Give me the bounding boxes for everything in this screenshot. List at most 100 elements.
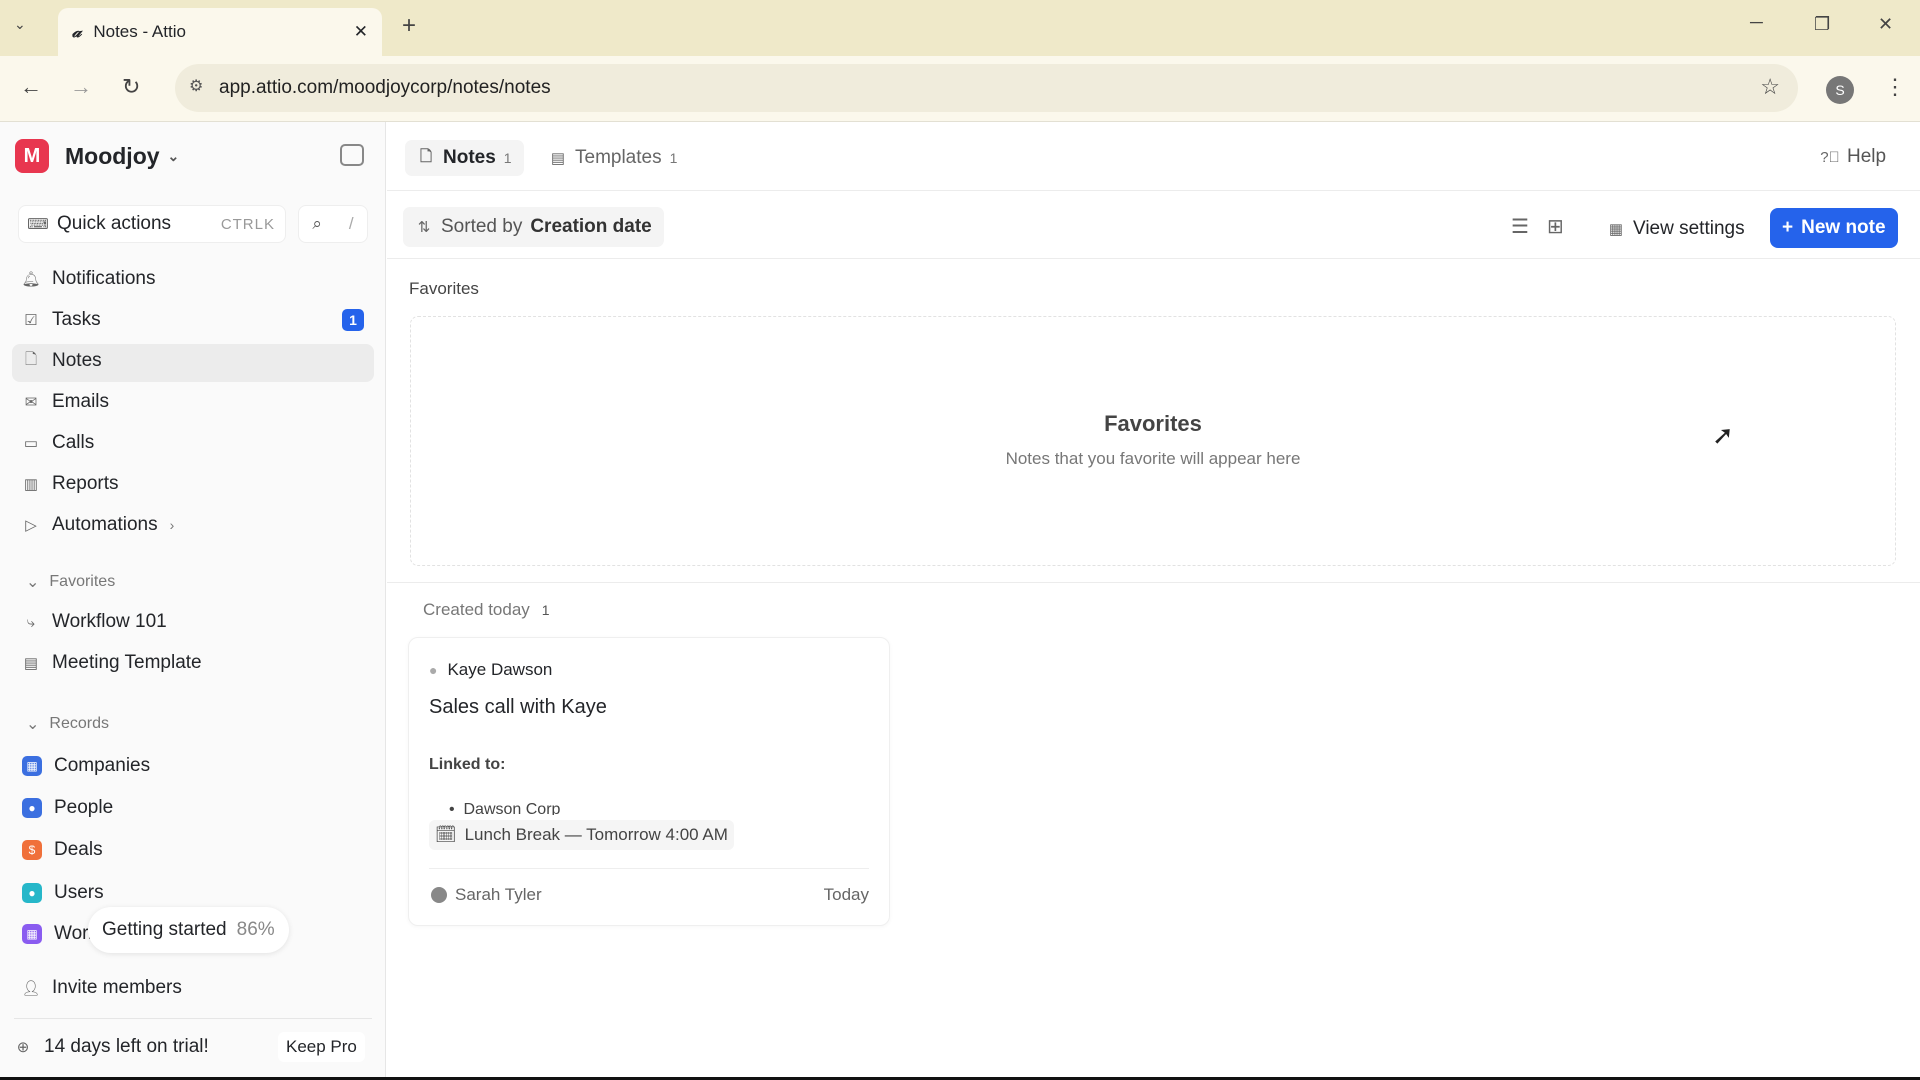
grid-view-icon[interactable]: ⊞	[1547, 214, 1564, 239]
label: Companies	[54, 755, 151, 776]
url-text: app.attio.com/moodjoycorp/notes/notes	[219, 77, 551, 98]
label: Kaye Dawson	[447, 660, 553, 679]
count: 1	[503, 150, 512, 166]
browser-menu-icon[interactable]: ⋮	[1884, 74, 1906, 100]
favorite-meeting-template[interactable]: ▤ Meeting Template	[22, 652, 202, 674]
empty-title: Favorites	[1104, 411, 1202, 436]
layout-icon: ▦	[1608, 221, 1624, 238]
tab-notes[interactable]: 🗋 Notes 1	[405, 140, 524, 176]
chart-icon: ▥	[23, 476, 39, 493]
label: Notifications	[52, 268, 156, 289]
keyboard-icon: ⌨	[27, 216, 49, 233]
chevron-right-icon: ›	[169, 517, 175, 533]
label: Sorted by	[441, 216, 523, 237]
workspace-name: Moodjoy	[65, 143, 160, 169]
address-bar[interactable]: ⚙ app.attio.com/moodjoycorp/notes/notes …	[175, 64, 1798, 112]
getting-started-pill[interactable]: Getting started 86%	[88, 907, 289, 953]
records-section-toggle[interactable]: ⌄ Records	[26, 714, 109, 734]
invite-members[interactable]: 👤︎ Invite members	[21, 977, 182, 999]
sidebar-item-reports[interactable]: ▥ Reports	[22, 473, 119, 495]
calendar-icon: 🗓︎	[435, 825, 457, 844]
view-settings-button[interactable]: ▦ View settings	[1597, 210, 1755, 248]
quick-actions-label: Quick actions	[57, 213, 172, 234]
workspace-switcher[interactable]: Moodjoy ⌄	[65, 143, 179, 170]
record-users[interactable]: ● Users	[22, 882, 104, 904]
tasks-badge: 1	[342, 309, 364, 331]
note-card[interactable]: ● Kaye Dawson Sales call with Kaye Linked…	[408, 637, 890, 926]
label: New note	[1801, 217, 1886, 238]
favorites-section-label: Favorites	[409, 279, 479, 298]
new-note-button[interactable]: + New note	[1770, 208, 1898, 248]
keep-pro-button[interactable]: Keep Pro	[278, 1032, 365, 1062]
search-icon: ⌕	[312, 214, 322, 233]
sidebar-item-automations[interactable]: ▷ Automations ›	[22, 514, 174, 536]
favorites-section-toggle[interactable]: ⌄ Favorites	[26, 572, 115, 592]
label: Templates	[575, 147, 662, 168]
tab-list-icon[interactable]: ⌄	[14, 16, 26, 33]
quick-actions-button[interactable]: ⌨ Quick actions CTRLK	[18, 205, 286, 243]
list-view-icon[interactable]: ☰	[1511, 214, 1529, 239]
browser-tab[interactable]: 𝒶 Notes - Attio ✕	[58, 8, 382, 56]
site-settings-icon[interactable]: ⚙	[189, 76, 203, 96]
sidebar-item-notes[interactable]: 🗋 Notes	[22, 350, 102, 372]
event-chip[interactable]: 🗓︎ Lunch Break — Tomorrow 4:00 AM	[429, 820, 734, 850]
profile-avatar[interactable]: S	[1826, 76, 1854, 104]
workspaces-icon: ▦	[22, 924, 42, 944]
note-icon: 🗋	[24, 350, 38, 368]
note-date: Today	[823, 885, 869, 904]
sidebar-item-tasks[interactable]: ☑ Tasks 1	[22, 309, 364, 331]
record-deals[interactable]: $ Deals	[22, 839, 103, 861]
sidebar-item-emails[interactable]: ✉ Emails	[22, 391, 109, 413]
label: Notes	[443, 147, 496, 168]
help-icon: ?⃝	[1820, 148, 1840, 166]
sidebar-item-notifications[interactable]: 🔔︎ Notifications	[21, 268, 156, 290]
help-button[interactable]: ?⃝ Help	[1820, 146, 1886, 168]
progress-percent: 86%	[236, 919, 275, 940]
back-icon[interactable]: ←	[20, 74, 42, 100]
note-title: Sales call with Kaye	[429, 696, 607, 718]
shortcut-hint: CTRLK	[220, 215, 275, 233]
label: Automations	[52, 514, 158, 535]
label: Meeting Template	[52, 652, 202, 673]
label: Users	[54, 882, 104, 903]
divider	[429, 868, 869, 869]
people-icon: ●	[22, 798, 42, 818]
sidebar-item-calls[interactable]: ▭ Calls	[22, 432, 94, 454]
note-author: Sarah Tyler	[431, 885, 542, 905]
forward-icon[interactable]: →	[70, 74, 92, 100]
users-icon: ●	[22, 883, 42, 903]
label: Records	[49, 715, 109, 732]
tab-templates[interactable]: ▤ Templates 1	[549, 140, 678, 176]
note-person[interactable]: ● Kaye Dawson	[429, 660, 552, 680]
empty-text: Notes that you favorite will appear here	[1005, 449, 1301, 468]
chevron-down-icon: ⌄	[26, 716, 40, 733]
attio-logo-icon: 𝒶	[72, 22, 82, 41]
collapse-sidebar-icon[interactable]	[340, 144, 364, 166]
close-window-icon[interactable]: ✕	[1878, 14, 1893, 35]
record-workspaces[interactable]: ▦ Wor.	[22, 923, 93, 945]
label: Invite members	[52, 977, 182, 998]
workflow-icon: ⤷	[26, 613, 36, 631]
new-tab-icon[interactable]: +	[402, 12, 416, 40]
close-tab-icon[interactable]: ✕	[354, 22, 368, 42]
label: 14 days left on trial!	[44, 1036, 209, 1057]
label: Dawson Corp	[463, 801, 561, 815]
template-icon: ▤	[23, 655, 39, 672]
note-icon: 🗋	[419, 147, 433, 165]
record-people[interactable]: ● People	[22, 797, 113, 819]
reload-icon[interactable]: ↻	[122, 74, 140, 100]
label: Lunch Break — Tomorrow 4:00 AM	[464, 825, 728, 844]
minimize-icon[interactable]: ─	[1750, 12, 1763, 33]
label: View settings	[1633, 218, 1745, 239]
search-shortcut: /	[348, 214, 354, 233]
sort-button[interactable]: ⇅ Sorted by Creation date	[403, 207, 664, 247]
play-icon: ▷	[25, 517, 37, 534]
bookmark-star-icon[interactable]: ☆	[1760, 74, 1780, 100]
restore-icon[interactable]: ❐	[1814, 14, 1830, 35]
group-header: Created today 1	[423, 600, 550, 620]
label: Reports	[52, 473, 119, 494]
search-button[interactable]: ⌕ /	[298, 205, 368, 243]
favorites-empty-state: Favorites Notes that you favorite will a…	[410, 316, 1896, 566]
record-companies[interactable]: ▦ Companies	[22, 755, 150, 777]
favorite-workflow-101[interactable]: ⤷ Workflow 101	[22, 611, 167, 633]
